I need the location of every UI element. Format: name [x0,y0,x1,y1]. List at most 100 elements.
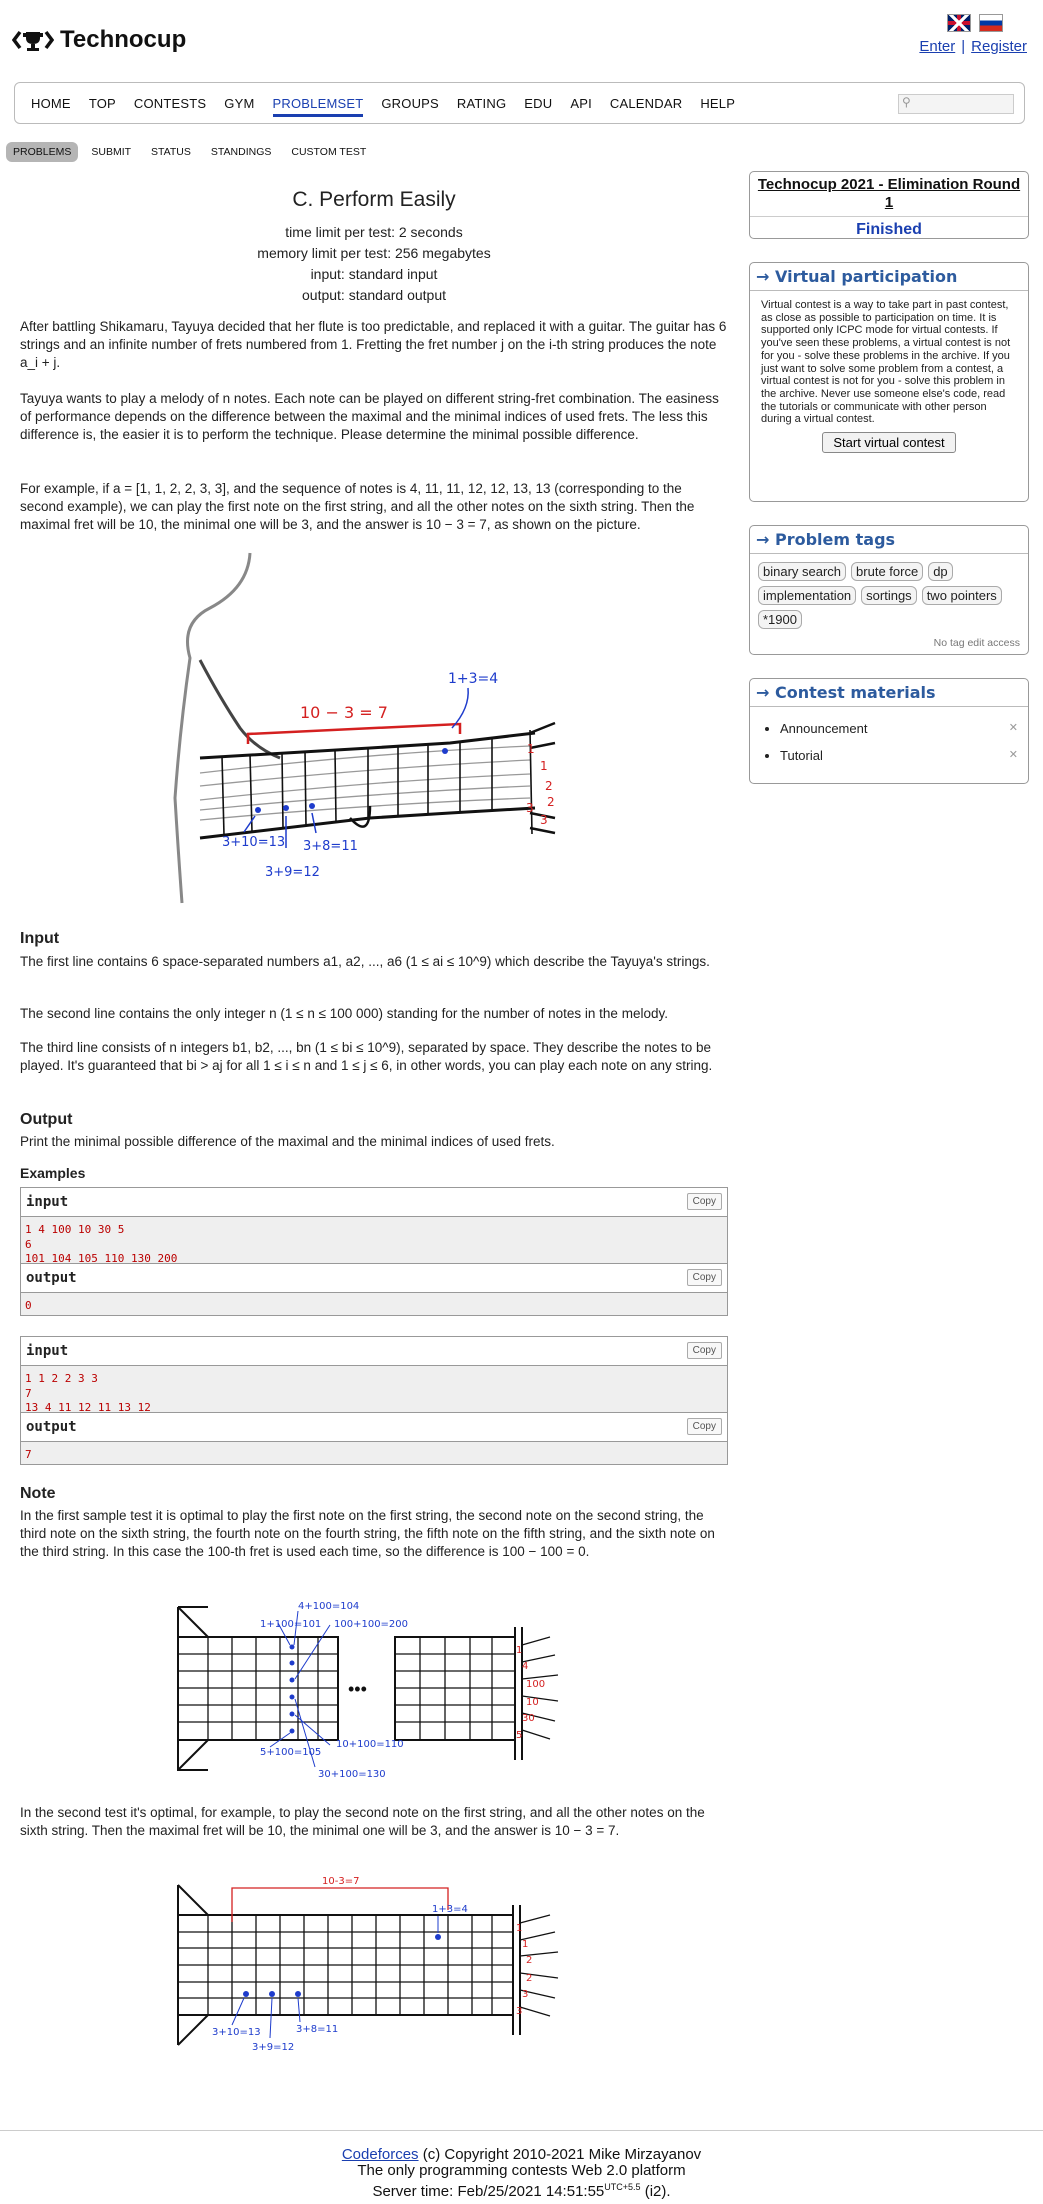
copyright-text: (c) Copyright 2010-2021 Mike Mirzayanov [418,2146,702,2163]
output-paragraph: Print the minimal possible difference of… [20,1134,555,1149]
fret-dot [289,1694,295,1700]
menu-item-contests[interactable]: CONTESTS [134,96,206,117]
menu-item-home[interactable]: HOME [31,96,71,117]
menu-item-help[interactable]: HELP [700,96,735,117]
input-label: input [26,1194,69,1210]
problem-tags-box: → Problem tags binary search brute force d… [749,525,1029,655]
material-announcement[interactable]: Announcement ✕ [780,721,1018,736]
fig1-string-4: 10 [526,1697,539,1708]
legend-paragraph-2: Tayuya wants to play a melody of n notes… [20,391,719,442]
tag-binary-search[interactable]: binary search [758,562,847,581]
fig1-string-1: 1 [516,1645,522,1656]
contest-info-box: Technocup 2021 - Elimination Round 1 Fin… [749,171,1029,239]
material-label: Tutorial [780,748,823,763]
register-link[interactable]: Register [971,38,1027,55]
contest-name-link[interactable]: Technocup 2021 - Elimination Round 1 [750,172,1028,216]
no-tag-edit-note: No tag edit access [933,637,1020,649]
contest-materials-title: → Contest materials [750,679,1028,707]
subnav-status[interactable]: STATUS [144,142,198,162]
menu-item-problemset[interactable]: PROBLEMSET [272,96,364,117]
virtual-participation-box: → Virtual participation Virtual contest … [749,262,1029,502]
tag-two-pointers[interactable]: two pointers [921,586,1002,605]
problem-subnav: PROBLEMS SUBMIT STATUS STANDINGS CUSTOM TEST [6,142,373,162]
sketch-note-dot [442,748,448,754]
fig2-string-2: 1 [522,1939,528,1950]
enter-link[interactable]: Enter [919,38,955,55]
input-paragraph-3: The third line consists of n integers b1… [20,1040,713,1073]
tag-implementation[interactable]: implementation [758,586,857,605]
sketch-sum-label: 1+3=4 [448,671,498,687]
fret-dot [295,1991,301,1997]
server-time: Server time: Feb/25/2021 14:51:55 [372,2183,605,2200]
output-spec: output: standard output [302,287,446,303]
subnav-custom-test[interactable]: CUSTOM TEST [284,142,373,162]
fig2-diff-label: 10-3=7 [322,1876,359,1887]
copy-button[interactable]: Copy [686,1193,722,1210]
codeforces-link[interactable]: Codeforces [342,2146,419,2163]
tag-1900[interactable]: *1900 [758,610,802,629]
subnav-submit[interactable]: SUBMIT [84,142,138,162]
menu-item-edu[interactable]: EDU [524,96,552,117]
output-section-title: Output [20,1111,73,1128]
menu-item-api[interactable]: API [570,96,592,117]
output-label: output [26,1419,77,1435]
sketch-diff-label: 10 − 3 = 7 [300,703,388,722]
copy-button[interactable]: Copy [686,1342,722,1359]
virtual-participation-text: Virtual contest is a way to take part in… [761,299,1011,426]
search-input[interactable]: ⚲ [898,94,1014,114]
fret-dot [289,1728,295,1734]
copy-button[interactable]: Copy [686,1418,722,1435]
trophy-brackets-icon [12,30,54,51]
sample-input[interactable]: 1 4 100 10 30 5 6 101 104 105 110 130 20… [21,1217,727,1265]
sample-output[interactable]: 0 [21,1293,727,1315]
menu-item-groups[interactable]: GROUPS [381,96,439,117]
fig2-label-c: 3+8=11 [296,2024,338,2035]
menu-item-calendar[interactable]: CALENDAR [610,96,682,117]
tag-dp[interactable]: dp [928,562,953,581]
fig1-string-6: 5 [516,1730,522,1741]
fig1-string-3: 100 [526,1679,545,1690]
footer-divider [0,2130,1043,2131]
footer-tail: (i2). [640,2183,671,2200]
example-1: input Copy 1 4 100 10 30 5 6 101 104 105 … [20,1187,728,1316]
input-paragraph-2: The second line contains the only intege… [20,1006,668,1021]
menu-item-top[interactable]: TOP [89,96,116,117]
input-section-title: Input [20,930,60,947]
fret-dot [289,1711,295,1717]
fig1-string-2: 4 [522,1661,528,1672]
output-label: output [26,1270,77,1286]
ru-flag-icon[interactable] [979,14,1003,32]
note-figure-1: ••• 4+100=104 1+100=101 100+100=200 5+10… [177,1601,559,1780]
note-paragraph-1: In the first sample test it is optimal t… [20,1508,715,1559]
material-tutorial[interactable]: Tutorial ✕ [780,748,1018,763]
sketch-string-2: 1 [540,759,548,773]
guitar-sketch-figure: 10 − 3 = 7 1+3=4 3+10=13 3+9=12 3+8=11 1… [173,552,556,904]
menu-item-gym[interactable]: GYM [224,96,254,117]
subnav-problems[interactable]: PROBLEMS [6,142,79,162]
start-virtual-contest-button[interactable]: Start virtual contest [822,432,956,454]
sketch-string-1: 1 [527,742,535,756]
menu-item-rating[interactable]: RATING [457,96,506,117]
search-icon: ⚲ [902,95,911,109]
subnav-standings[interactable]: STANDINGS [204,142,278,162]
close-icon: ✕ [1008,749,1018,761]
memory-limit: memory limit per test: 256 megabytes [257,245,491,261]
tag-sortings[interactable]: sortings [861,586,917,605]
site-logo[interactable]: Technocup [12,26,186,54]
fret-dot [243,1991,249,1997]
tag-brute-force[interactable]: brute force [851,562,924,581]
sample-input[interactable]: 1 1 2 2 3 3 7 13 4 11 12 11 13 12 [21,1366,727,1414]
fig1-label-f: 30+100=130 [318,1769,386,1780]
timezone: UTC+5.5 [604,2182,641,2192]
fig1-label-b: 1+100=101 [260,1619,321,1630]
sample-output[interactable]: 7 [21,1442,727,1464]
note-paragraph-2: In the second test it's optimal, for exa… [20,1805,705,1838]
copy-button[interactable]: Copy [686,1269,722,1286]
uk-flag-icon[interactable] [947,14,971,32]
close-icon: ✕ [1008,722,1018,734]
legend-paragraph-1: After battling Shikamaru, Tayuya decided… [20,319,727,370]
sketch-string-3: 2 [545,779,553,793]
sketch-note-dot [283,805,289,811]
problem-tags-title: → Problem tags [750,526,1028,554]
fig2-string-6: 3 [516,2006,522,2017]
